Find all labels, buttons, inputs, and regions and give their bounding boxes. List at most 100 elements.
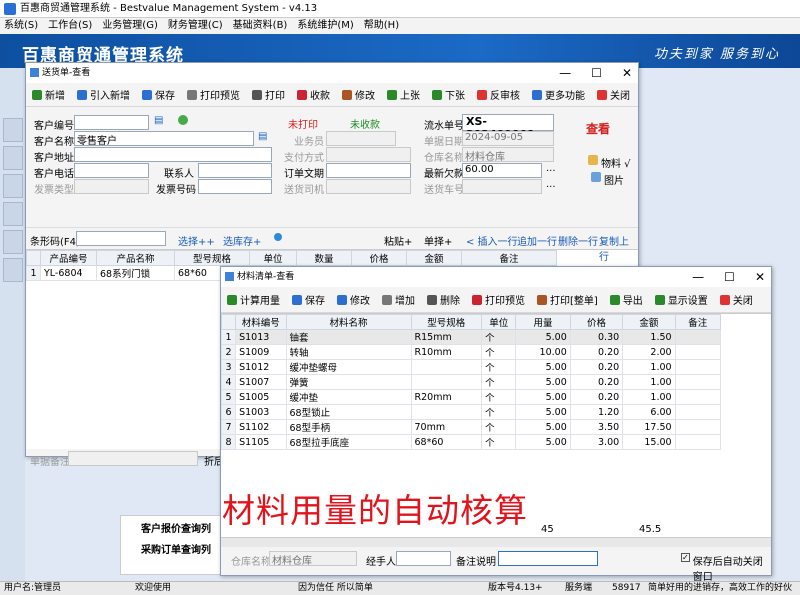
inv-no-input[interactable] — [198, 179, 272, 194]
column-header[interactable]: 备注 — [461, 250, 557, 266]
refresh-icon[interactable] — [274, 233, 282, 241]
export-button[interactable]: 导出 — [604, 292, 649, 307]
select-link[interactable]: 选择++ — [178, 233, 215, 248]
column-header[interactable]: 产品编号 — [40, 250, 97, 266]
column-header[interactable]: 备注 — [674, 314, 722, 330]
table-row[interactable]: 3 S1012 缓冲垫螺母 个 5.00 0.20 1.00 — [220, 359, 722, 375]
unapprove-button[interactable]: 反审核 — [471, 87, 526, 102]
column-header[interactable]: 单位 — [481, 314, 517, 330]
wh-select[interactable]: 材料仓库 — [462, 147, 554, 163]
menu-item[interactable]: 财务管理(C) — [168, 18, 223, 34]
serial-input[interactable]: XS-202409001 — [462, 114, 554, 141]
search-icon[interactable]: ▤ — [154, 115, 163, 126]
save-button[interactable]: 保存 — [136, 87, 181, 102]
close-button[interactable]: 关闭 — [714, 292, 759, 307]
unit-link[interactable]: 单择+ — [424, 233, 452, 248]
owe-input[interactable]: 60.00 — [462, 163, 542, 178]
add-row-link[interactable]: 追加一行 — [517, 233, 557, 248]
h-scrollbar[interactable] — [221, 537, 771, 547]
side-button[interactable] — [3, 174, 23, 198]
minimize-icon[interactable]: — — [692, 267, 704, 287]
display-settings-button[interactable]: 显示设置 — [649, 292, 714, 307]
receive-button[interactable]: 收款 — [291, 87, 336, 102]
copy-up-link[interactable]: 复制上行 — [599, 233, 638, 263]
column-header[interactable]: 价格 — [569, 314, 624, 330]
query-item[interactable]: 采购订单查询列 — [141, 541, 229, 556]
print-preview-button[interactable]: 打印预览 — [466, 292, 531, 307]
more-icon[interactable]: ... — [546, 163, 556, 174]
column-header[interactable]: 价格 — [351, 250, 407, 266]
column-header[interactable]: 型号规格 — [174, 250, 250, 266]
pay-select[interactable] — [326, 147, 411, 162]
mat-wh-select[interactable]: 材料仓库 — [269, 551, 357, 567]
add-button[interactable]: 增加 — [376, 292, 421, 307]
edit-button[interactable]: 修改 — [331, 292, 376, 307]
table-row[interactable]: 8 S1105 68型拉手底座 68*60 个 5.00 3.00 15.00 — [220, 434, 722, 450]
order-input[interactable] — [326, 163, 411, 178]
handler-select[interactable] — [396, 551, 451, 566]
menu-item[interactable]: 系统维护(M) — [297, 18, 353, 34]
menu-item[interactable]: 帮助(H) — [364, 18, 399, 34]
side-button[interactable] — [3, 258, 23, 282]
choose-stock-link[interactable]: 选库存+ — [223, 233, 261, 248]
close-icon[interactable]: ✕ — [622, 63, 632, 83]
column-header[interactable]: 用量 — [515, 314, 571, 330]
material-option[interactable]: 物料 √ — [588, 155, 631, 170]
sales-select[interactable] — [326, 131, 396, 146]
plate-select[interactable] — [462, 179, 542, 194]
column-header[interactable]: 产品名称 — [96, 250, 175, 266]
barcode-input[interactable] — [76, 231, 166, 246]
save-button[interactable]: 保存 — [286, 292, 331, 307]
remark-input[interactable] — [68, 451, 198, 466]
next-button[interactable]: 下张 — [426, 87, 471, 102]
menu-item[interactable]: 基础资料(B) — [233, 18, 288, 34]
side-button[interactable] — [3, 202, 23, 226]
import-new-button[interactable]: 引入新增 — [71, 87, 136, 102]
column-header[interactable]: 金额 — [406, 250, 462, 266]
table-row[interactable]: 2 S1009 转轴 R10mm 个 10.00 0.20 2.00 — [220, 344, 722, 360]
more-button[interactable]: 更多功能 — [526, 87, 591, 102]
driver-select[interactable] — [326, 179, 411, 194]
table-row[interactable]: 1 S1013 铀套 R15mm 个 5.00 0.30 1.50 — [220, 329, 722, 345]
close-icon[interactable]: ✕ — [755, 267, 765, 287]
side-button[interactable] — [3, 146, 23, 170]
query-item[interactable]: 客户报价查询列 — [141, 520, 229, 535]
close-button[interactable]: 关闭 — [591, 87, 636, 102]
menu-item[interactable]: 工作台(S) — [48, 18, 92, 34]
paste-link[interactable]: 粘贴+ — [384, 233, 412, 248]
column-header[interactable]: 型号规格 — [410, 314, 483, 330]
table-row[interactable]: 6 S1003 68型锁止 个 5.00 1.20 6.00 — [220, 404, 722, 420]
table-row[interactable]: 4 S1007 弹簧 个 5.00 0.20 1.00 — [220, 374, 722, 390]
search-icon[interactable]: ▤ — [258, 131, 267, 142]
calc-usage-button[interactable]: 计算用量 — [221, 292, 286, 307]
column-header[interactable]: 材料编号 — [235, 314, 287, 330]
column-header[interactable]: 单位 — [249, 250, 297, 266]
minimize-icon[interactable]: — — [559, 63, 571, 83]
side-button[interactable] — [3, 118, 23, 142]
date-input[interactable]: 2024-09-05 — [462, 131, 554, 146]
column-header[interactable]: 金额 — [622, 314, 676, 330]
image-option[interactable]: 图片 — [591, 172, 624, 187]
print-button[interactable]: 打印 — [246, 87, 291, 102]
inv-type-select[interactable] — [74, 179, 149, 194]
add-icon[interactable] — [178, 115, 188, 125]
maximize-icon[interactable]: ☐ — [591, 63, 602, 83]
print-preview-button[interactable]: 打印预览 — [181, 87, 246, 102]
auto-close-checkbox[interactable]: ✓ 保存后自动关闭窗口 — [681, 553, 771, 583]
cust-name-input[interactable]: 零售客户 — [74, 131, 254, 147]
insert-row-link[interactable]: < 插入一行 — [466, 233, 518, 248]
new-button[interactable]: 新增 — [26, 87, 71, 102]
print-all-button[interactable]: 打印[整单] — [531, 292, 604, 307]
table-row[interactable]: 5 S1005 缓冲垫 R20mm 个 5.00 0.20 1.00 — [220, 389, 722, 405]
maximize-icon[interactable]: ☐ — [724, 267, 735, 287]
column-header[interactable]: 数量 — [296, 250, 352, 266]
prev-button[interactable]: 上张 — [381, 87, 426, 102]
addr-input[interactable] — [74, 147, 272, 162]
cust-no-input[interactable] — [74, 115, 149, 130]
side-button[interactable] — [3, 230, 23, 254]
table-row[interactable]: 7 S1102 68型手柄 70mm 个 5.00 3.50 17.50 — [220, 419, 722, 435]
more-icon[interactable]: ... — [546, 179, 556, 190]
menu-item[interactable]: 系统(S) — [4, 18, 38, 34]
contact-input[interactable] — [198, 163, 272, 178]
column-header[interactable]: 材料名称 — [285, 314, 412, 330]
